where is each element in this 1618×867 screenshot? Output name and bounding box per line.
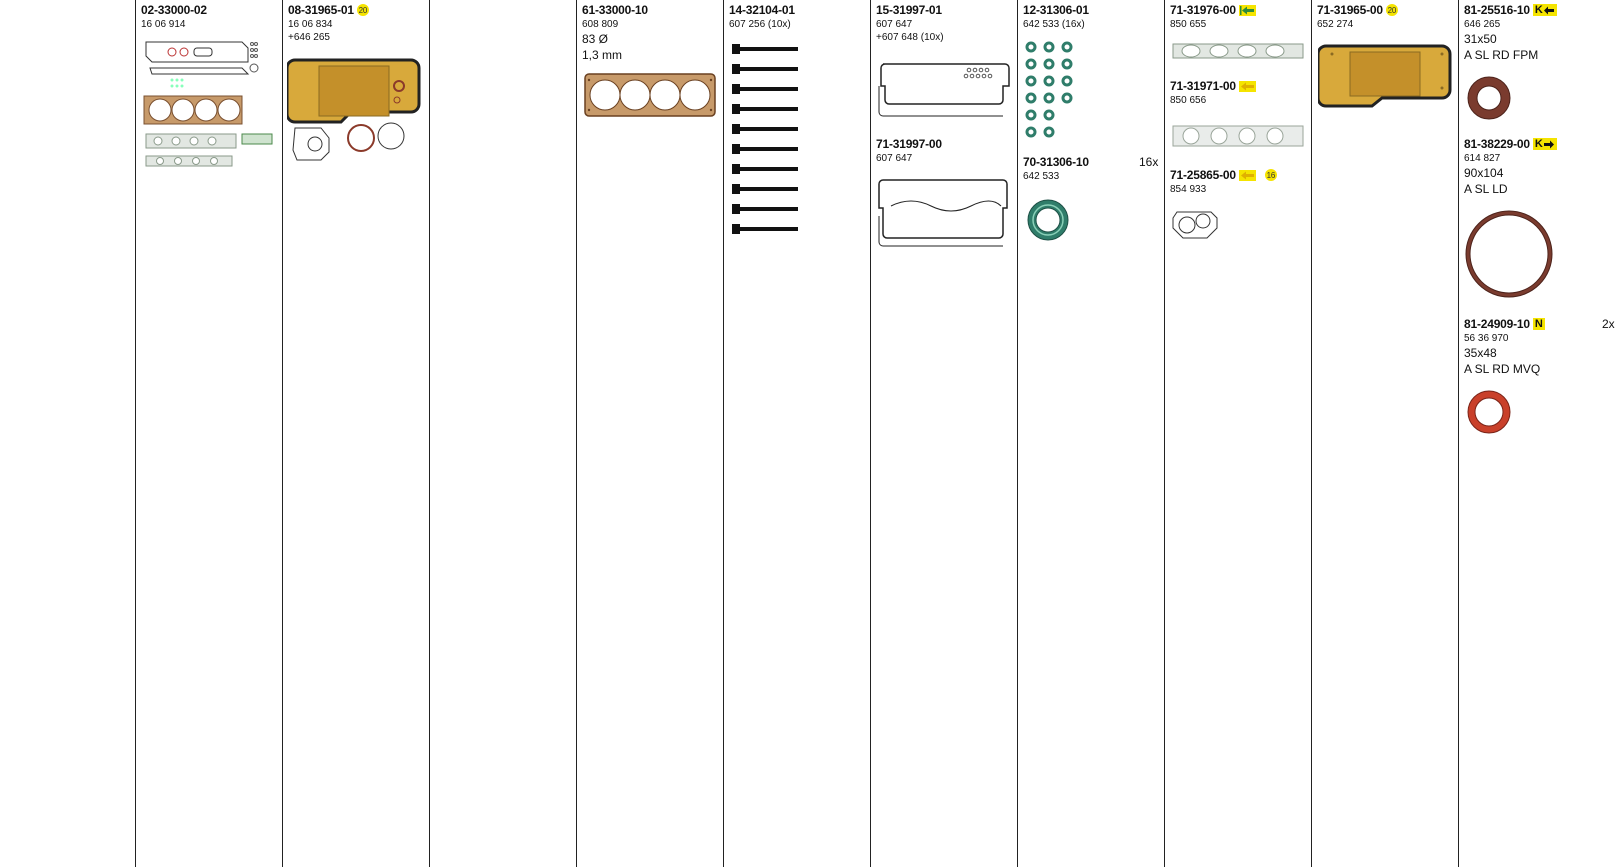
part-ref: 850 656 bbox=[1170, 95, 1207, 106]
part-ref: 56 36 970 bbox=[1464, 333, 1509, 344]
tag: N bbox=[1532, 318, 1545, 330]
part-ref: 642 533 (16x) bbox=[1023, 19, 1085, 30]
column-6: 15-31997-01 607 647 +607 648 (10x) 71-31… bbox=[870, 0, 1017, 867]
part-number: 15-31997-01 bbox=[876, 3, 942, 17]
part-ref: 16 06 834 bbox=[288, 19, 333, 30]
exhaust-manifold-gasket-illustration bbox=[1172, 125, 1304, 147]
part-spec: 90x104 bbox=[1464, 166, 1504, 180]
part-item[interactable]: 71-31965-00 20 652 274 bbox=[1317, 2, 1457, 31]
o-ring-seal-illustration bbox=[1467, 390, 1511, 434]
part-ref: 850 655 bbox=[1170, 19, 1207, 30]
part-ref: 607 647 bbox=[876, 153, 913, 164]
badge: 16 bbox=[1264, 169, 1277, 181]
part-ref: 646 265 bbox=[1464, 19, 1501, 30]
part-number: 71-31965-00 20 bbox=[1317, 3, 1398, 17]
column-2: 08-31965-01 20 16 06 834 +646 265 bbox=[282, 0, 429, 867]
egr-gasket-illustration bbox=[1172, 211, 1218, 239]
rear-main-seal-illustration bbox=[1465, 210, 1553, 298]
arrow-left-icon bbox=[1238, 169, 1256, 181]
part-spec: 1,3 mm bbox=[582, 48, 623, 62]
part-spec: A SL RD FPM bbox=[1464, 48, 1539, 62]
column-7: 12-31306-01 642 533 (16x) 70-31306-10 64… bbox=[1017, 0, 1164, 867]
part-number: 08-31965-01 20 bbox=[288, 3, 369, 17]
part-ref: 854 933 bbox=[1170, 184, 1207, 195]
part-number: 14-32104-01 bbox=[729, 3, 795, 17]
column-8: 71-31976-00 850 655 71-31971-00 850 656 … bbox=[1164, 0, 1311, 867]
valve-cover-gasket-illustration bbox=[878, 179, 1008, 247]
column-3 bbox=[429, 0, 576, 867]
part-number: 12-31306-01 bbox=[1023, 3, 1089, 17]
part-number: 71-31971-00 bbox=[1170, 78, 1310, 94]
gasket-set-illustration bbox=[143, 41, 273, 167]
part-number: 81-25516-10 K bbox=[1464, 2, 1604, 18]
part-ref: 642 533 bbox=[1023, 171, 1060, 182]
part-number: 61-33000-10 bbox=[582, 3, 648, 17]
column-1: 02-33000-02 16 06 914 bbox=[135, 0, 282, 867]
part-ref: +646 265 bbox=[288, 32, 330, 43]
part-item[interactable]: 12-31306-01 642 533 (16x) bbox=[1023, 2, 1163, 31]
part-spec: 31x50 bbox=[1464, 32, 1497, 46]
intake-manifold-gasket-illustration bbox=[1172, 43, 1304, 59]
part-number: 81-24909-10 N bbox=[1464, 317, 1545, 331]
part-item[interactable]: 71-31976-00 850 655 bbox=[1170, 2, 1310, 31]
oil-pan-gasket-illustration bbox=[287, 58, 421, 161]
shaft-seal-illustration bbox=[1467, 76, 1511, 120]
valve-stem-seals-illustration bbox=[1025, 41, 1073, 138]
part-ref: 16 06 914 bbox=[141, 19, 186, 30]
part-spec: A SL LD bbox=[1464, 182, 1508, 196]
part-item[interactable]: 08-31965-01 20 16 06 834 +646 265 bbox=[288, 2, 428, 44]
part-number: 71-31976-00 bbox=[1170, 2, 1310, 18]
column-4: 61-33000-10 608 809 83 Ø 1,3 mm bbox=[576, 0, 723, 867]
part-spec: A SL RD MVQ bbox=[1464, 362, 1541, 376]
part-item[interactable]: 14-32104-01 607 256 (10x) bbox=[729, 2, 869, 31]
column-5: 14-32104-01 607 256 (10x) bbox=[723, 0, 870, 867]
part-item[interactable]: 71-31997-00 607 647 bbox=[876, 136, 1016, 165]
part-item[interactable]: 15-31997-01 607 647 +607 648 (10x) bbox=[876, 2, 1016, 44]
part-ref: 607 647 bbox=[876, 19, 913, 30]
arrow-left-bar-icon bbox=[1238, 4, 1256, 16]
tag: K bbox=[1532, 4, 1557, 16]
part-item[interactable]: 81-25516-10 K 646 265 31x50 A SL RD FPM bbox=[1464, 2, 1604, 63]
part-number: 71-25865-00 16 bbox=[1170, 168, 1277, 182]
part-number: 81-38229-00 K bbox=[1464, 136, 1604, 152]
part-item[interactable]: 81-38229-00 K 614 827 90x104 A SL LD bbox=[1464, 136, 1604, 197]
tag: K bbox=[1532, 138, 1557, 150]
part-ref: 607 256 (10x) bbox=[729, 19, 791, 30]
cylinder-head-gasket-illustration bbox=[584, 73, 716, 117]
part-spec: 35x48 bbox=[1464, 346, 1497, 360]
head-bolts-illustration bbox=[732, 44, 798, 234]
badge: 20 bbox=[1385, 4, 1398, 16]
column-9: 71-31965-00 20 652 274 bbox=[1311, 0, 1458, 867]
arrow-left-icon bbox=[1238, 80, 1256, 92]
part-number: 02-33000-02 bbox=[141, 3, 207, 17]
part-item[interactable]: 71-31971-00 850 656 bbox=[1170, 78, 1310, 107]
quantity: 2x bbox=[1602, 317, 1615, 331]
valve-stem-seal-illustration bbox=[1027, 199, 1069, 241]
quantity: 16x bbox=[1139, 155, 1159, 169]
arrow-left-icon bbox=[1543, 6, 1554, 14]
part-number: 71-31997-00 bbox=[876, 137, 942, 151]
part-item[interactable]: 02-33000-02 16 06 914 bbox=[141, 2, 281, 31]
part-ref: 652 274 bbox=[1317, 19, 1354, 30]
part-ref: 614 827 bbox=[1464, 153, 1501, 164]
part-item[interactable]: 81-24909-10 N 56 36 970 35x48 A SL RD MV… bbox=[1464, 316, 1604, 377]
oil-pan-gasket-illustration bbox=[1318, 44, 1452, 108]
part-ref: +607 648 (10x) bbox=[876, 32, 944, 43]
badge: 20 bbox=[356, 4, 369, 16]
arrow-right-icon bbox=[1543, 140, 1554, 148]
part-item[interactable]: 61-33000-10 608 809 83 Ø 1,3 mm bbox=[582, 2, 722, 63]
part-item[interactable]: 71-25865-00 16 854 933 bbox=[1170, 167, 1310, 196]
part-spec: 83 Ø bbox=[582, 32, 609, 46]
part-ref: 608 809 bbox=[582, 19, 619, 30]
column-10: 81-25516-10 K 646 265 31x50 A SL RD FPM … bbox=[1458, 0, 1618, 867]
valve-cover-gasket-illustration bbox=[878, 63, 1010, 117]
